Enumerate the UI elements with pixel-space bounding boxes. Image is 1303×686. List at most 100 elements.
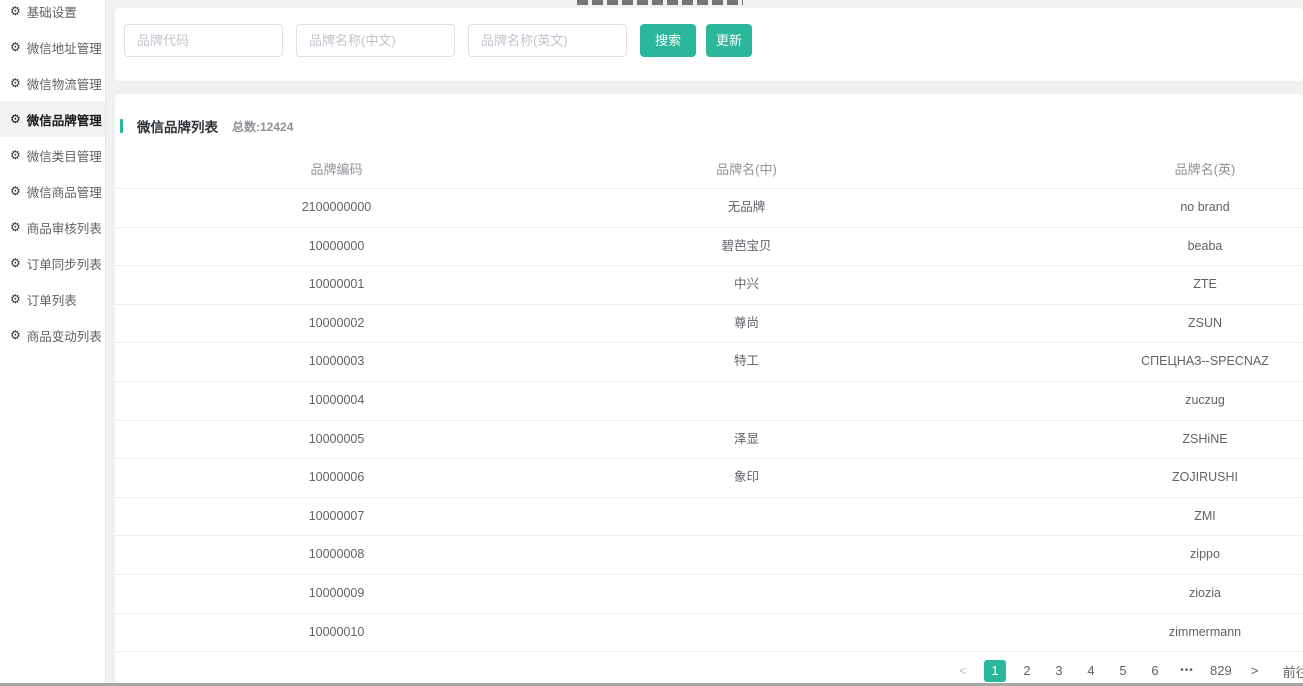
- table-body: 2100000000 无品牌 no brand 10000000 碧芭宝贝 beaba 10…: [115, 189, 1303, 653]
- pagination-next-button[interactable]: >: [1244, 660, 1266, 682]
- sidebar-item-label: 微信物流管理: [26, 77, 102, 92]
- pagination-pages: 1 2 3 4 5 6 ••• 829: [979, 660, 1239, 682]
- brand-name-en-input[interactable]: [468, 24, 627, 57]
- sidebar-item-label: 微信商品管理: [26, 185, 102, 200]
- brand-code-cell: 10000005: [308, 431, 365, 446]
- update-button[interactable]: 更新: [706, 24, 753, 57]
- brand-name-en-cell: zimmermann: [1168, 624, 1242, 639]
- table-row: 2100000000 无品牌 no brand: [115, 189, 1303, 228]
- brand-name-en-cell: ZTE: [1193, 277, 1217, 292]
- goto-page-label: 前往: [1282, 664, 1303, 680]
- brand-code-cell: 10000009: [308, 585, 365, 600]
- gear-icon: ⚙: [10, 184, 21, 198]
- sidebar: ⚙ 基础设置 ⚙ 微信地址管理 ⚙ 微信物流管理 ⚙ 微信品牌管理 ⚙ 微信类目管理 ⚙ 微信商品管理…: [0, 0, 106, 683]
- sidebar-item-label: 微信品牌管理: [26, 113, 102, 128]
- brand-code-cell: 10000004: [308, 392, 365, 407]
- brand-code-input[interactable]: [124, 24, 283, 57]
- pagination-ellipsis[interactable]: •••: [1176, 660, 1198, 682]
- table-row: 10000003 特工 СПЕЦНАЗ--SPECNAZ: [115, 343, 1303, 382]
- sidebar-item-label: 微信类目管理: [26, 149, 102, 164]
- sidebar-menu: ⚙ 基础设置 ⚙ 微信地址管理 ⚙ 微信物流管理 ⚙ 微信品牌管理 ⚙ 微信类目管理 ⚙ 微信商品管理…: [0, 0, 105, 353]
- sidebar-item-product-audit-list[interactable]: ⚙ 商品审核列表: [0, 209, 105, 245]
- search-button[interactable]: 搜索: [640, 24, 697, 57]
- brand-code-cell: 10000000: [308, 238, 365, 253]
- table-row: 10000006 象印 ZOJIRUSHI: [115, 459, 1303, 498]
- brand-name-cn-cell: [558, 382, 935, 420]
- pagination-page-2[interactable]: 2: [1016, 660, 1038, 682]
- brand-name-cn-cell: 中兴: [733, 277, 759, 292]
- gear-icon: ⚙: [10, 4, 21, 18]
- brand-name-en-cell: ZSUN: [1187, 315, 1223, 330]
- table-row: 10000001 中兴 ZTE: [115, 266, 1303, 305]
- brand-name-cn-cell: [558, 498, 935, 536]
- page-title-clipped: [577, 0, 743, 5]
- brand-name-cn-cell: 尊尚: [733, 315, 759, 330]
- pagination-page-6[interactable]: 6: [1144, 660, 1166, 682]
- brand-name-cn-cell: 碧芭宝贝: [721, 238, 772, 253]
- table-row: 10000010 zimmermann: [115, 614, 1303, 653]
- table-row: 10000005 泽显 ZSHiNE: [115, 421, 1303, 460]
- search-panel: 搜索 更新: [115, 8, 1303, 81]
- gear-icon: ⚙: [10, 40, 21, 54]
- brand-name-en-cell: СПЕЦНАЗ--SPECNAZ: [1141, 354, 1269, 369]
- sidebar-item-label: 微信地址管理: [26, 41, 102, 56]
- brand-name-cn-cell: 泽显: [733, 431, 759, 446]
- brand-code-cell: 2100000000: [301, 200, 372, 214]
- brand-code-cell: 10000006: [308, 470, 365, 485]
- brand-code-cell: 10000002: [308, 315, 365, 330]
- gear-icon: ⚙: [10, 256, 21, 270]
- brand-name-cn-cell: [558, 536, 935, 574]
- brand-code-cell: 10000001: [308, 277, 365, 292]
- brand-name-en-cell: ZSHiNE: [1182, 431, 1228, 446]
- sidebar-item-wechat-logistics[interactable]: ⚙ 微信物流管理: [0, 65, 105, 101]
- table-row: 10000004 zuczug: [115, 382, 1303, 421]
- sidebar-item-wechat-product[interactable]: ⚙ 微信商品管理: [0, 173, 105, 209]
- table-row: 10000008 zippo: [115, 536, 1303, 575]
- brand-table: 品牌编码 品牌名(中) 品牌名(英) 2100000000 无品牌 no brand…: [115, 150, 1303, 653]
- total-count: 总数:12424: [232, 119, 294, 134]
- gear-icon: ⚙: [10, 220, 21, 234]
- brand-code-cell: 10000008: [308, 547, 365, 562]
- title-accent-bar: [120, 119, 123, 133]
- brand-name-en-cell: beaba: [1187, 238, 1223, 253]
- main-content-area: 搜索 更新 微信品牌列表 总数:12424 品牌编码 品牌名(中) 品牌名(英)…: [106, 0, 1303, 686]
- sidebar-item-label: 商品变动列表: [26, 329, 102, 344]
- brand-name-cn-cell: 无品牌: [727, 200, 766, 214]
- table-row: 10000009 ziozia: [115, 575, 1303, 614]
- pagination-prev-button[interactable]: <: [952, 660, 974, 682]
- table-row: 10000000 碧芭宝贝 beaba: [115, 228, 1303, 267]
- sidebar-item-order-sync-list[interactable]: ⚙ 订单同步列表: [0, 245, 105, 281]
- sidebar-item-product-change-list[interactable]: ⚙ 商品变动列表: [0, 317, 105, 353]
- panel-title: 微信品牌列表: [137, 120, 218, 135]
- column-header-brand-name-en: 品牌名(英): [1174, 162, 1236, 177]
- pagination: < 1 2 3 4 5 6 ••• 829 > 前往: [947, 659, 1303, 683]
- brand-name-en-cell: zuczug: [1185, 392, 1225, 407]
- pagination-page-5[interactable]: 5: [1112, 660, 1134, 682]
- sidebar-item-order-list[interactable]: ⚙ 订单列表: [0, 281, 105, 317]
- pagination-page-4[interactable]: 4: [1080, 660, 1102, 682]
- sidebar-item-wechat-address[interactable]: ⚙ 微信地址管理: [0, 29, 105, 65]
- gear-icon: ⚙: [10, 292, 21, 306]
- sidebar-item-label: 基础设置: [26, 5, 77, 20]
- sidebar-item-wechat-category[interactable]: ⚙ 微信类目管理: [0, 137, 105, 173]
- brand-code-cell: 10000003: [308, 354, 365, 369]
- sidebar-item-label: 订单列表: [26, 293, 77, 308]
- brand-name-cn-cell: 象印: [733, 470, 759, 485]
- pagination-page-1[interactable]: 1: [984, 660, 1006, 682]
- brand-name-cn-cell: 特工: [733, 354, 759, 369]
- sidebar-item-basic-settings[interactable]: ⚙ 基础设置: [0, 0, 105, 29]
- sidebar-item-wechat-brand[interactable]: ⚙ 微信品牌管理: [0, 101, 105, 137]
- table-header-row: 品牌编码 品牌名(中) 品牌名(英): [115, 150, 1303, 189]
- pagination-page-3[interactable]: 3: [1048, 660, 1070, 682]
- table-row: 10000007 ZMI: [115, 498, 1303, 537]
- sidebar-item-label: 订单同步列表: [26, 257, 102, 272]
- sidebar-item-label: 商品审核列表: [26, 221, 102, 236]
- pagination-page-829[interactable]: 829: [1208, 660, 1234, 682]
- brand-name-cn-input[interactable]: [296, 24, 455, 57]
- brand-name-en-cell: no brand: [1180, 200, 1230, 214]
- gear-icon: ⚙: [10, 76, 21, 90]
- brand-name-en-cell: ziozia: [1189, 585, 1221, 600]
- brand-code-cell: 10000007: [308, 508, 365, 523]
- gear-icon: ⚙: [10, 148, 21, 162]
- brand-list-panel: 微信品牌列表 总数:12424 品牌编码 品牌名(中) 品牌名(英) 21000…: [115, 94, 1303, 683]
